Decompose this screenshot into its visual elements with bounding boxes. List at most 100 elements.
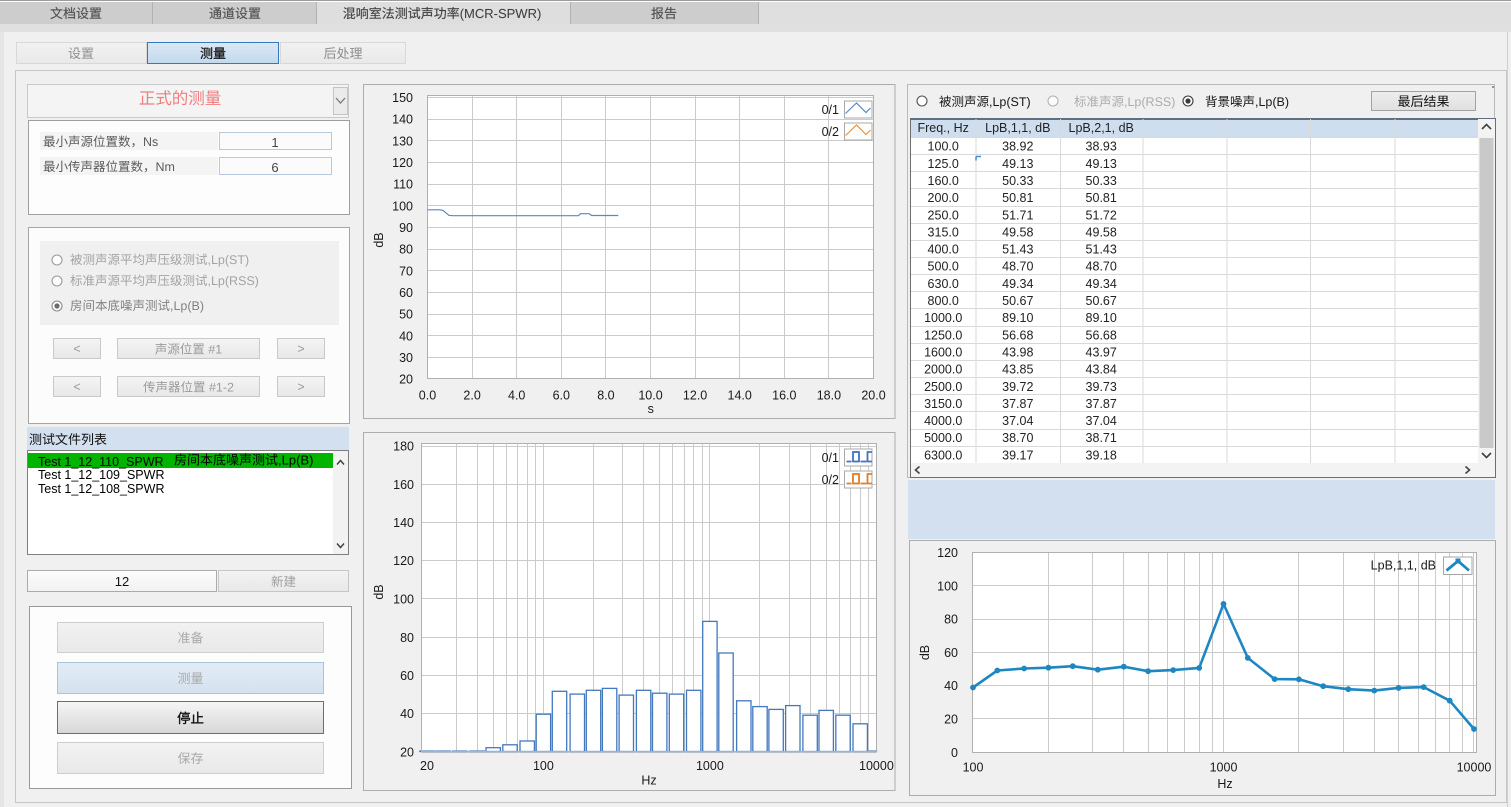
svg-text:110: 110: [393, 178, 413, 192]
svg-text:0/2: 0/2: [822, 125, 839, 139]
svg-text:1600.0: 1600.0: [924, 346, 962, 360]
svg-text:400.0: 400.0: [928, 243, 959, 257]
svg-text:3150.0: 3150.0: [924, 397, 962, 411]
svg-text:2.0: 2.0: [463, 389, 480, 403]
svg-text:dB: dB: [372, 584, 386, 599]
svg-text:37.87: 37.87: [1086, 397, 1117, 411]
svg-text:48.70: 48.70: [1086, 260, 1117, 274]
svg-text:49.58: 49.58: [1086, 226, 1117, 240]
svg-text:20: 20: [399, 373, 413, 387]
svg-text:0: 0: [951, 746, 958, 760]
svg-text:80: 80: [944, 613, 958, 627]
svg-text:100: 100: [937, 579, 958, 593]
svg-text:1000: 1000: [1210, 761, 1238, 775]
svg-text:49.58: 49.58: [1002, 226, 1033, 240]
svg-text:Hz: Hz: [641, 774, 656, 788]
svg-text:150: 150: [392, 91, 413, 105]
svg-text:100: 100: [393, 593, 414, 607]
svg-text:1000: 1000: [696, 759, 724, 773]
svg-text:100.0: 100.0: [928, 140, 959, 154]
svg-text:37.87: 37.87: [1002, 397, 1033, 411]
svg-text:43.98: 43.98: [1002, 346, 1033, 360]
svg-text:49.13: 49.13: [1002, 157, 1033, 171]
svg-text:51.72: 51.72: [1086, 208, 1117, 222]
svg-text:12.0: 12.0: [683, 389, 707, 403]
svg-text:250.0: 250.0: [928, 208, 959, 222]
svg-text:43.84: 43.84: [1086, 363, 1117, 377]
svg-text:120: 120: [392, 156, 413, 170]
svg-text:49.34: 49.34: [1002, 277, 1033, 291]
svg-text:70: 70: [399, 264, 413, 278]
svg-text:80: 80: [400, 631, 414, 645]
svg-text:43.97: 43.97: [1086, 346, 1117, 360]
svg-text:160: 160: [393, 478, 414, 492]
svg-text:38.71: 38.71: [1086, 431, 1117, 445]
svg-text:51.43: 51.43: [1086, 243, 1117, 257]
svg-text:60: 60: [399, 286, 413, 300]
svg-text:dB: dB: [372, 232, 386, 247]
svg-text:800.0: 800.0: [928, 294, 959, 308]
svg-text:dB: dB: [918, 645, 932, 660]
svg-text:2500.0: 2500.0: [924, 380, 962, 394]
svg-text:89.10: 89.10: [1002, 311, 1033, 325]
svg-text:38.93: 38.93: [1086, 140, 1117, 154]
svg-text:50: 50: [399, 308, 413, 322]
svg-text:39.73: 39.73: [1086, 380, 1117, 394]
svg-text:2000.0: 2000.0: [924, 363, 962, 377]
svg-text:56.68: 56.68: [1086, 328, 1117, 342]
svg-text:180: 180: [393, 440, 414, 454]
svg-text:43.85: 43.85: [1002, 363, 1033, 377]
svg-text:130: 130: [392, 134, 413, 148]
svg-text:49.13: 49.13: [1086, 157, 1117, 171]
svg-text:39.18: 39.18: [1086, 448, 1117, 462]
svg-text:Hz: Hz: [1217, 777, 1232, 791]
svg-text:40: 40: [944, 679, 958, 693]
svg-text:140: 140: [392, 113, 413, 127]
svg-text:20: 20: [944, 713, 958, 727]
svg-text:8.0: 8.0: [597, 389, 614, 403]
svg-text:48.70: 48.70: [1002, 260, 1033, 274]
svg-text:125.0: 125.0: [928, 157, 959, 171]
svg-text:20: 20: [420, 759, 434, 773]
svg-text:140: 140: [393, 516, 414, 530]
svg-text:14.0: 14.0: [728, 389, 752, 403]
svg-text:60: 60: [400, 669, 414, 683]
svg-text:50.81: 50.81: [1002, 191, 1033, 205]
svg-text:50.33: 50.33: [1002, 174, 1033, 188]
svg-text:51.71: 51.71: [1002, 208, 1033, 222]
svg-text:39.72: 39.72: [1002, 380, 1033, 394]
svg-text:20: 20: [400, 746, 414, 760]
svg-text:10000: 10000: [859, 759, 894, 773]
svg-text:50.67: 50.67: [1002, 294, 1033, 308]
svg-text:90: 90: [399, 221, 413, 235]
svg-text:30: 30: [399, 351, 413, 365]
svg-text:s: s: [648, 402, 654, 416]
svg-text:160.0: 160.0: [928, 174, 959, 188]
svg-text:0/1: 0/1: [822, 103, 839, 117]
svg-text:LpB,2,1, dB: LpB,2,1, dB: [1069, 121, 1134, 135]
svg-text:38.92: 38.92: [1002, 140, 1033, 154]
svg-text:60: 60: [944, 646, 958, 660]
svg-text:100: 100: [392, 199, 413, 213]
svg-text:100: 100: [533, 759, 554, 773]
svg-text:0/2: 0/2: [822, 473, 839, 487]
svg-text:120: 120: [937, 546, 958, 560]
svg-text:100: 100: [963, 761, 984, 775]
svg-text:LpB,1,1, dB: LpB,1,1, dB: [1371, 559, 1436, 573]
svg-text:4.0: 4.0: [508, 389, 525, 403]
svg-text:Freq., Hz: Freq., Hz: [917, 121, 968, 135]
svg-text:16.0: 16.0: [772, 389, 796, 403]
svg-text:37.04: 37.04: [1002, 414, 1033, 428]
svg-text:20.0: 20.0: [861, 389, 885, 403]
svg-text:6300.0: 6300.0: [924, 448, 962, 462]
svg-text:38.70: 38.70: [1002, 431, 1033, 445]
svg-text:50.33: 50.33: [1086, 174, 1117, 188]
svg-text:LpB,1,1, dB: LpB,1,1, dB: [985, 121, 1050, 135]
svg-text:120: 120: [393, 554, 414, 568]
svg-text:10000: 10000: [1457, 761, 1492, 775]
svg-text:500.0: 500.0: [928, 260, 959, 274]
svg-text:630.0: 630.0: [928, 277, 959, 291]
svg-text:39.17: 39.17: [1002, 448, 1033, 462]
svg-text:200.0: 200.0: [928, 191, 959, 205]
svg-text:40: 40: [400, 707, 414, 721]
